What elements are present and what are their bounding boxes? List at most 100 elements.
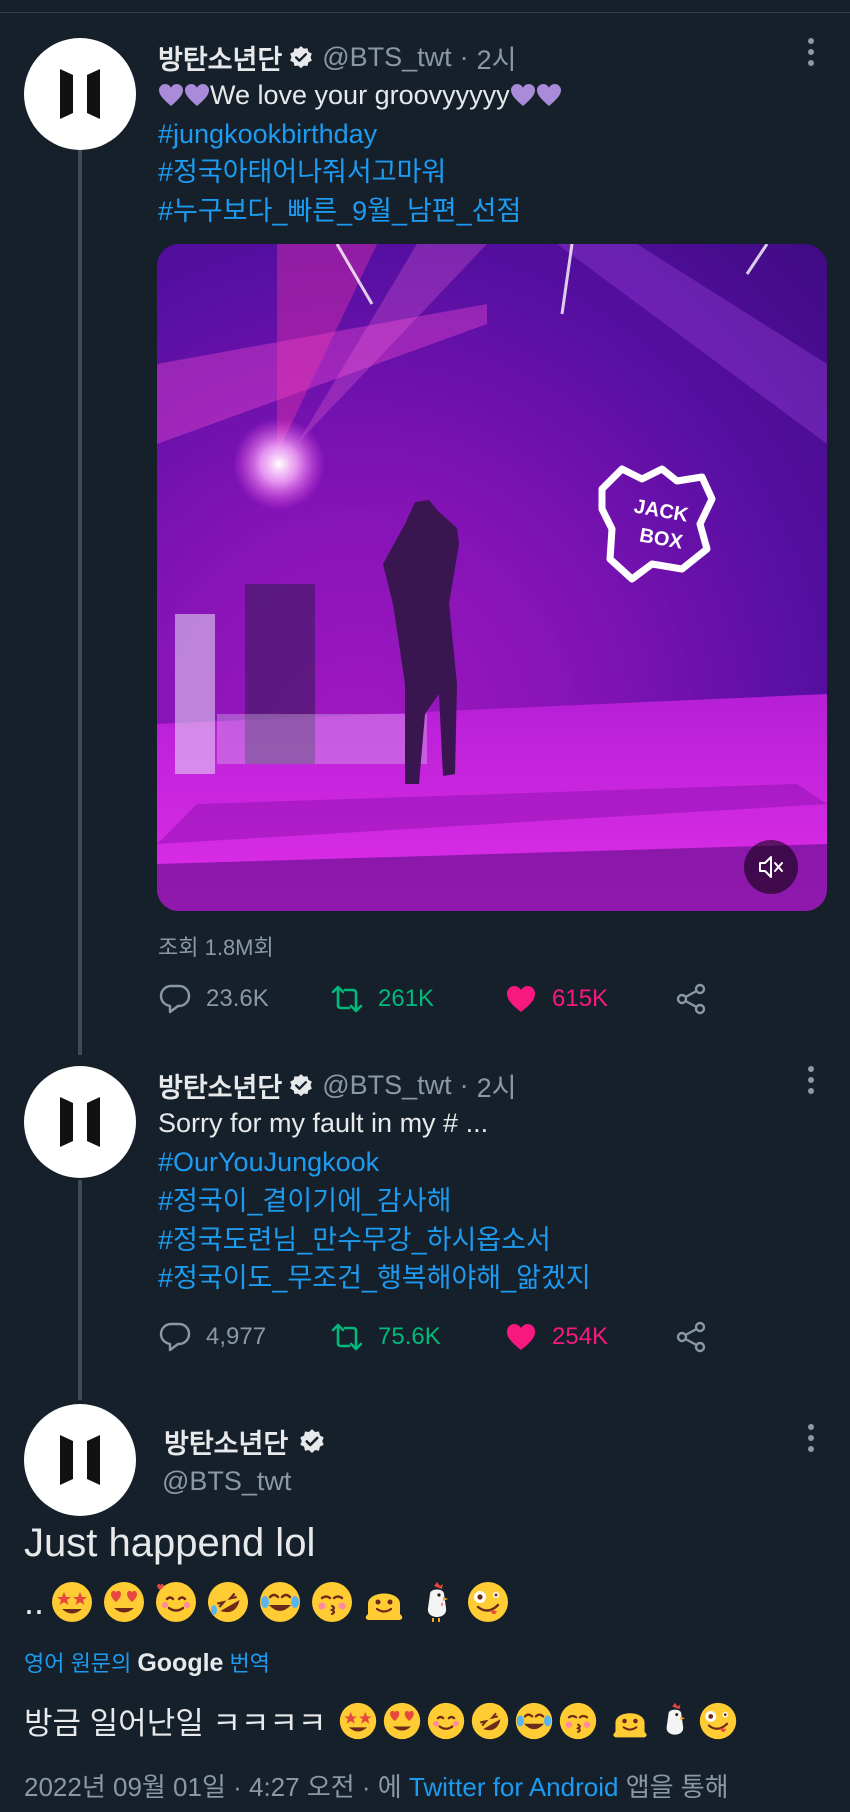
- reply-count: 23.6K: [206, 985, 269, 1012]
- retweet-icon: [331, 985, 363, 1013]
- avatar[interactable]: [24, 38, 136, 150]
- retweet-button[interactable]: 75.6K: [330, 1320, 441, 1354]
- hashtag-link[interactable]: #정국이도_무조건_행복해야해_앎겠지: [158, 1259, 591, 1297]
- display-name-row: 방탄소년단: [164, 1422, 326, 1461]
- zany-face-emoji-icon: [698, 1701, 738, 1741]
- mute-icon: [759, 856, 783, 878]
- tweet-header: 방탄소년단 @BTS_twt · 2시: [158, 1066, 517, 1105]
- like-button[interactable]: 254K: [504, 1320, 608, 1354]
- top-divider: [0, 12, 850, 13]
- more-icon[interactable]: [796, 1418, 826, 1458]
- like-count: 615K: [552, 985, 609, 1012]
- tweet-text: Just happend lol: [24, 1521, 316, 1565]
- google-logo: Google: [137, 1649, 224, 1677]
- bts-logo-icon: [58, 1431, 102, 1489]
- hashtag-link[interactable]: #정국도련님_만수무강_하시옵소서: [158, 1221, 551, 1259]
- tweet-text: Sorry for my fault in my # ...: [158, 1108, 489, 1138]
- action-bar: 4,977 75.6K 254K: [158, 1320, 718, 1360]
- purple-heart-icon: [510, 83, 536, 107]
- reply-icon: [159, 984, 191, 1014]
- tweet-date: 2022년 09월 01일 · 4:27 오전 · 에: [24, 1772, 409, 1802]
- translation-notice[interactable]: 영어 원문의 Google 번역: [24, 1646, 270, 1678]
- tears-of-joy-emoji-icon: [258, 1580, 302, 1624]
- avatar[interactable]: [24, 1404, 136, 1516]
- tweet-header: 방탄소년단 @BTS_twt · 2시: [158, 38, 517, 77]
- reply-button[interactable]: 23.6K: [158, 982, 269, 1016]
- translated-text: 방금 일어난일 ㅋㅋㅋㅋ: [24, 1698, 738, 1743]
- separator-dot: ·: [459, 1070, 469, 1100]
- melting-face-emoji-icon: [613, 1712, 648, 1737]
- handle[interactable]: @BTS_twt: [162, 1466, 291, 1497]
- more-icon[interactable]: [796, 1060, 826, 1100]
- display-name[interactable]: 방탄소년단: [158, 1066, 282, 1105]
- bts-logo-icon: [58, 65, 102, 123]
- thread-connector: [78, 150, 82, 1055]
- hashtag-link[interactable]: #정국아태어나줘서고마워: [158, 153, 446, 191]
- tweet-metadata: 2022년 09월 01일 · 4:27 오전 · 에 Twitter for …: [24, 1767, 729, 1804]
- translated-text-content: 방금 일어난일 ㅋㅋㅋㅋ: [24, 1706, 327, 1741]
- retweet-count: 75.6K: [378, 1323, 441, 1350]
- timestamp[interactable]: 2시: [477, 38, 517, 77]
- zany-face-emoji-icon: [466, 1580, 510, 1624]
- tweet-text-main: We love your groovyyyyy: [210, 80, 510, 110]
- handle[interactable]: @BTS_twt: [322, 1070, 451, 1101]
- share-icon: [676, 983, 706, 1015]
- smiling-face-with-hearts-emoji-icon: [426, 1701, 466, 1741]
- verified-badge-icon: [288, 45, 314, 71]
- timestamp[interactable]: 2시: [477, 1066, 517, 1105]
- like-count: 254K: [552, 1323, 609, 1350]
- retweet-button[interactable]: 261K: [330, 982, 434, 1016]
- share-button[interactable]: [674, 1320, 722, 1354]
- verified-badge-icon: [288, 1073, 314, 1099]
- purple-heart-icon: [184, 83, 210, 107]
- hashtag-link[interactable]: #누구보다_빠른_9월_남편_선점: [158, 192, 521, 230]
- heart-icon: [507, 1324, 535, 1350]
- like-button[interactable]: 615K: [504, 982, 608, 1016]
- purple-heart-icon: [536, 83, 562, 107]
- reply-icon: [159, 1322, 191, 1352]
- avatar[interactable]: [24, 1066, 136, 1178]
- kissing-face-emoji-icon: [558, 1701, 598, 1741]
- purple-heart-icon: [158, 83, 184, 107]
- source-suffix: 앱을 통해: [618, 1772, 729, 1802]
- source-app-link[interactable]: Twitter for Android: [409, 1772, 619, 1802]
- retweet-icon: [331, 1323, 363, 1351]
- translate-prefix: 영어 원문의: [24, 1651, 132, 1676]
- hashtag-link[interactable]: #정국이_곁이기에_감사해: [158, 1182, 451, 1220]
- handle[interactable]: @BTS_twt: [322, 42, 451, 73]
- view-count: 조회 1.8M회: [158, 935, 274, 960]
- display-name[interactable]: 방탄소년단: [158, 38, 282, 77]
- tweet-text: We love your groovyyyyy: [158, 76, 562, 114]
- separator-dot: ·: [459, 42, 469, 72]
- rolling-laughing-emoji-icon: [206, 1580, 250, 1624]
- verified-badge-icon: [298, 1428, 326, 1456]
- emoji-line: ..: [24, 1580, 518, 1624]
- melting-face-emoji-icon: [365, 1593, 403, 1620]
- hashtag-link[interactable]: #OurYouJungkook: [158, 1143, 379, 1181]
- share-button[interactable]: [674, 982, 722, 1016]
- video-frame: JACK BOX: [157, 244, 827, 911]
- heart-eyes-emoji-icon: [102, 1580, 146, 1624]
- video-player[interactable]: JACK BOX: [157, 244, 827, 911]
- hashtag-link[interactable]: #jungkookbirthday: [158, 115, 377, 153]
- bts-logo-icon: [58, 1093, 102, 1151]
- kissing-face-emoji-icon: [310, 1580, 354, 1624]
- more-icon[interactable]: [796, 32, 826, 72]
- action-bar: 23.6K 261K 615K: [158, 982, 718, 1022]
- reply-count: 4,977: [206, 1323, 267, 1350]
- heart-icon: [507, 986, 535, 1012]
- retweet-count: 261K: [378, 985, 435, 1012]
- star-struck-emoji-icon: [50, 1580, 94, 1624]
- reply-button[interactable]: 4,977: [158, 1320, 266, 1354]
- translate-suffix: 번역: [229, 1651, 270, 1676]
- smiling-face-with-hearts-emoji-icon: [154, 1580, 198, 1624]
- star-struck-emoji-icon: [338, 1701, 378, 1741]
- display-name[interactable]: 방탄소년단: [164, 1422, 288, 1461]
- heart-eyes-emoji-icon: [382, 1701, 422, 1741]
- mute-button[interactable]: [744, 840, 798, 894]
- rolling-laughing-emoji-icon: [470, 1701, 510, 1741]
- share-icon: [676, 1321, 706, 1353]
- emoji-lead-dots: ..: [24, 1581, 45, 1622]
- chicken-emoji-icon: [427, 1582, 449, 1622]
- tears-of-joy-emoji-icon: [514, 1701, 554, 1741]
